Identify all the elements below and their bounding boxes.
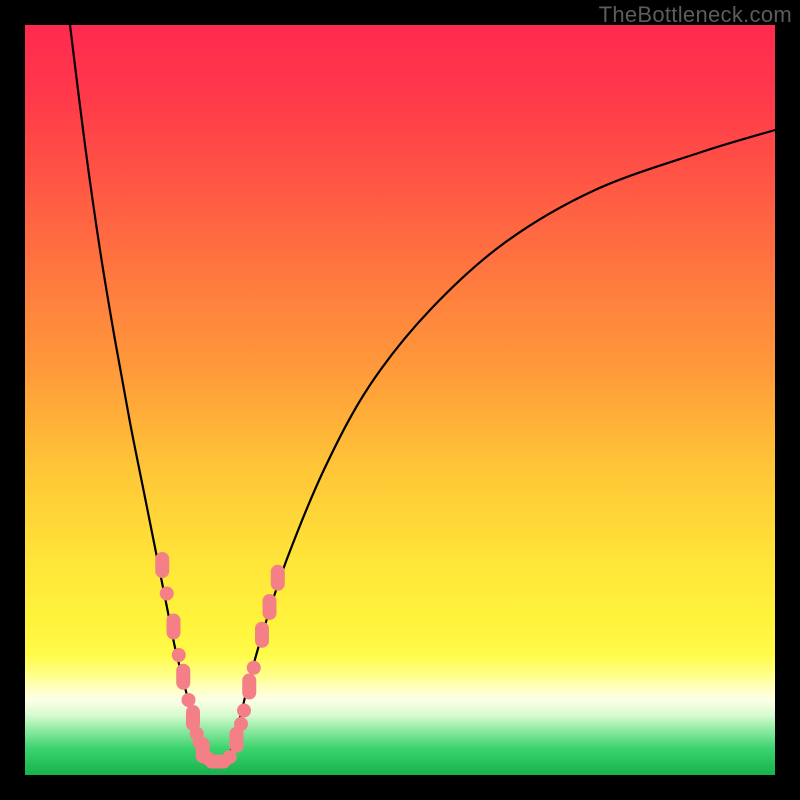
marker-point xyxy=(271,565,285,591)
marker-point xyxy=(196,737,210,763)
marker-point xyxy=(230,727,244,753)
marker-point xyxy=(182,693,196,707)
curve-layer xyxy=(25,25,775,775)
curve-left xyxy=(70,25,205,760)
chart-stage: TheBottleneck.com xyxy=(0,0,800,800)
marker-point xyxy=(193,736,207,750)
marker-point xyxy=(263,594,277,620)
marker-point xyxy=(172,648,186,662)
plot-area xyxy=(25,25,775,775)
marker-point xyxy=(201,752,215,766)
marker-point xyxy=(242,674,256,700)
marker-point xyxy=(190,727,204,741)
marker-point xyxy=(186,705,200,731)
watermark-text: TheBottleneck.com xyxy=(599,2,792,28)
marker-point xyxy=(234,717,248,731)
marker-point xyxy=(205,755,231,769)
marker-point xyxy=(155,552,169,578)
marker-point xyxy=(237,704,251,718)
marker-point xyxy=(167,614,181,640)
marker-point xyxy=(176,664,190,690)
marker-point xyxy=(255,622,269,648)
marker-group xyxy=(155,552,285,769)
marker-point xyxy=(160,587,174,601)
marker-point xyxy=(247,661,261,675)
marker-point xyxy=(223,750,237,764)
curve-right xyxy=(228,130,776,760)
